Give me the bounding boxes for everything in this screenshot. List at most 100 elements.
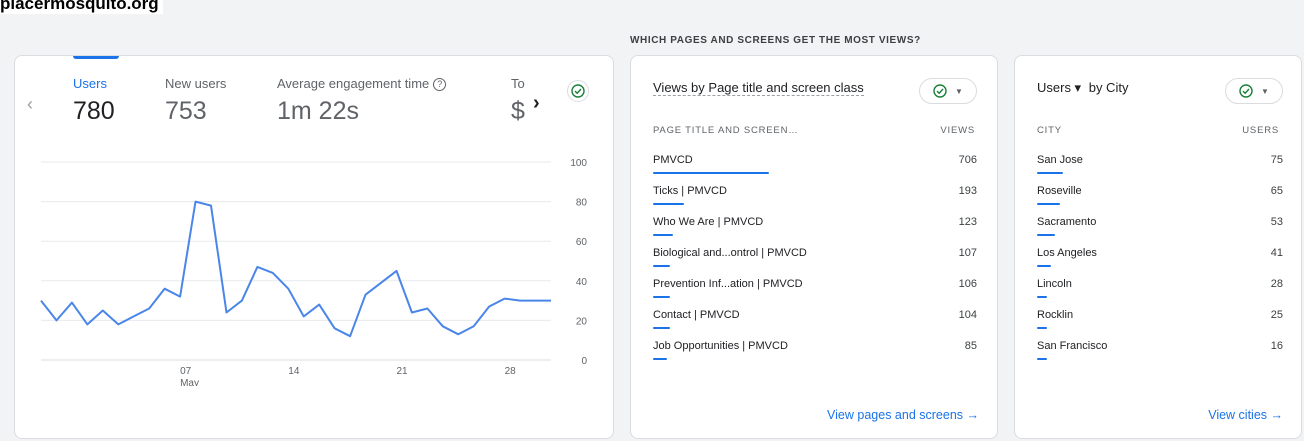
y-tick-label: 60	[576, 237, 588, 248]
check-circle-icon	[1239, 84, 1253, 98]
column-header-views: VIEWS	[940, 125, 975, 136]
table-row[interactable]: Biological and...ontrol | PMVCD 107	[653, 247, 977, 278]
metric-users[interactable]: Users 780	[73, 76, 115, 126]
compare-dropdown-button[interactable]: ▼	[1225, 78, 1283, 104]
help-icon[interactable]: ?	[433, 78, 447, 91]
table-row[interactable]: Ticks | PMVCD 193	[653, 185, 977, 216]
row-share-bar	[1037, 358, 1047, 360]
x-tick-label: 28	[505, 366, 517, 377]
y-tick-label: 20	[576, 316, 588, 327]
x-tick-label: 14	[288, 366, 300, 377]
table-row[interactable]: San Jose 75	[1037, 154, 1283, 185]
row-label: Los Angeles	[1037, 247, 1097, 259]
row-share-bar	[1037, 234, 1056, 236]
column-header-page: PAGE TITLE AND SCREEN…	[653, 125, 799, 136]
table-row[interactable]: San Francisco 16	[1037, 340, 1283, 371]
table-row[interactable]: Prevention Inf...ation | PMVCD 106	[653, 278, 977, 309]
row-share-bar	[1037, 296, 1047, 298]
cities-table: San Jose 75 Roseville 65 Sacramento 53 Los Ang…	[1037, 154, 1283, 371]
x-tick-label: 21	[396, 366, 408, 377]
row-value: 85	[964, 340, 977, 352]
card-title[interactable]: Views by Page title and screen class	[653, 80, 864, 96]
metric-revenue-truncated[interactable]: To $	[511, 76, 525, 126]
chevron-left-icon[interactable]: ‹	[27, 94, 33, 115]
check-circle-icon[interactable]	[567, 80, 589, 102]
column-header-users: USERS	[1242, 125, 1279, 136]
row-value: 28	[1270, 278, 1283, 290]
card-title: by City	[1088, 80, 1129, 95]
metric-new-users[interactable]: New users 753	[165, 76, 226, 126]
row-label: Biological and...ontrol | PMVCD	[653, 247, 807, 259]
overview-card: ‹ Users 780 New users 753 Average engage…	[14, 55, 614, 439]
row-value: 25	[1270, 309, 1283, 321]
compare-dropdown-button[interactable]: ▼	[919, 78, 977, 104]
row-label: PMVCD	[653, 154, 693, 166]
metric-value: 780	[73, 97, 115, 125]
row-label: Who We Are | PMVCD	[653, 216, 764, 228]
row-value: 75	[1270, 154, 1283, 166]
row-value: 104	[958, 309, 977, 321]
row-value: 706	[958, 154, 977, 166]
y-tick-label: 100	[570, 158, 587, 169]
row-share-bar	[1037, 265, 1052, 267]
cities-card: Users ▾ by City ▼ CITY USERS San Jose 75 R…	[1014, 55, 1302, 439]
table-row[interactable]: Lincoln 28	[1037, 278, 1283, 309]
metric-label: Users	[73, 76, 107, 91]
x-tick-sublabel: May	[180, 378, 199, 386]
table-row[interactable]: Roseville 65	[1037, 185, 1283, 216]
chevron-right-icon[interactable]: ›	[533, 92, 540, 115]
pages-card: Views by Page title and screen class ▼ P…	[630, 55, 998, 439]
row-share-bar	[653, 234, 673, 236]
row-value: 107	[958, 247, 977, 259]
row-value: 41	[1270, 247, 1283, 259]
row-value: 53	[1270, 216, 1283, 228]
metric-label: New users	[165, 76, 227, 91]
row-value: 193	[958, 185, 977, 197]
y-tick-label: 40	[576, 277, 588, 288]
y-tick-label: 80	[576, 198, 588, 209]
row-value: 65	[1270, 185, 1283, 197]
table-row[interactable]: PMVCD 706	[653, 154, 977, 185]
caret-down-icon: ▼	[1261, 86, 1269, 96]
metric-selector[interactable]: Users ▾	[1037, 80, 1081, 95]
row-share-bar	[653, 327, 671, 329]
metric-value: $	[511, 97, 525, 125]
row-value: 106	[958, 278, 977, 290]
section-heading: WHICH PAGES AND SCREENS GET THE MOST VIE…	[630, 35, 921, 46]
table-row[interactable]: Los Angeles 41	[1037, 247, 1283, 278]
row-label: San Francisco	[1037, 340, 1108, 352]
row-share-bar	[1037, 203, 1060, 205]
metric-value: 1m 22s	[277, 97, 359, 125]
row-label: Contact | PMVCD	[653, 309, 740, 321]
row-share-bar	[653, 172, 769, 174]
row-share-bar	[653, 296, 671, 298]
metric-label: To	[511, 76, 525, 91]
site-title: placermosquito.org	[0, 0, 163, 14]
table-row[interactable]: Rocklin 25	[1037, 309, 1283, 340]
series-line-users	[40, 200, 551, 338]
table-row[interactable]: Job Opportunities | PMVCD 85	[653, 340, 977, 371]
row-share-bar	[653, 203, 685, 205]
row-label: Lincoln	[1037, 278, 1072, 290]
row-value: 123	[958, 216, 977, 228]
row-label: Sacramento	[1037, 216, 1097, 228]
metric-value: 753	[165, 97, 207, 125]
view-pages-link[interactable]: View pages and screens →	[827, 408, 979, 422]
row-share-bar	[653, 358, 667, 360]
pages-table: PMVCD 706 Ticks | PMVCD 193 Who We Are | PMV…	[653, 154, 977, 371]
row-label: San Jose	[1037, 154, 1083, 166]
table-row[interactable]: Contact | PMVCD 104	[653, 309, 977, 340]
active-tab-indicator	[73, 56, 119, 59]
row-value: 16	[1270, 340, 1283, 352]
caret-down-icon: ▼	[955, 86, 963, 96]
users-line-chart: 100 80 60 40 20 0 07May 14 21 28	[40, 158, 588, 386]
row-share-bar	[1037, 327, 1047, 329]
row-label: Ticks | PMVCD	[653, 185, 727, 197]
metric-engagement-time[interactable]: Average engagement time? 1m 22s	[277, 76, 447, 126]
check-circle-icon	[933, 84, 947, 98]
table-row[interactable]: Who We Are | PMVCD 123	[653, 216, 977, 247]
table-row[interactable]: Sacramento 53	[1037, 216, 1283, 247]
row-share-bar	[653, 265, 671, 267]
row-share-bar	[1037, 172, 1063, 174]
view-cities-link[interactable]: View cities →	[1208, 408, 1283, 422]
